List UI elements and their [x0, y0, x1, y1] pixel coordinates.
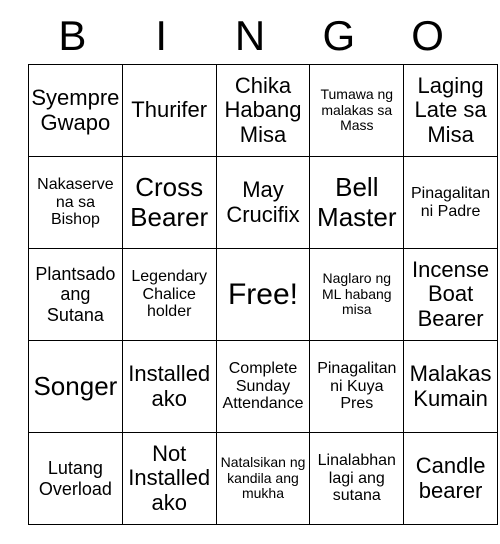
bingo-header-letter-i: I — [155, 12, 168, 59]
bingo-free-label: Free! — [227, 277, 298, 311]
bingo-cell-label: Thurifer — [131, 97, 208, 123]
bingo-cell-label: Nakaserve na sa Bishop — [37, 175, 114, 229]
bingo-cell-label: Lutang Overload — [38, 458, 112, 499]
bingo-cell[interactable]: Installed ako — [121, 340, 217, 433]
bingo-header-letter-g: G — [322, 12, 356, 59]
bingo-card: B I N G O Syempre Gwapo Thurifer Chika H… — [28, 8, 498, 525]
bingo-cell[interactable]: Pinagalitan ni Padre — [403, 156, 498, 249]
bingo-cell-free[interactable]: Free! — [215, 248, 311, 341]
bingo-cell[interactable]: Laging Late sa Misa — [403, 64, 498, 157]
bingo-cell-label: Candle bearer — [415, 452, 486, 503]
bingo-cell-label: Linalabhan lagi ang sutana — [317, 451, 396, 505]
bingo-header-letter-n: N — [234, 12, 266, 59]
bingo-row: Syempre Gwapo Thurifer Chika Habang Misa… — [28, 64, 498, 157]
bingo-row: Lutang Overload Not Installed ako Natals… — [28, 432, 498, 525]
bingo-cell[interactable]: Chika Habang Misa — [215, 64, 311, 157]
bingo-cell-label: Installed ako — [128, 360, 211, 411]
bingo-cell[interactable]: Cross Bearer — [121, 156, 217, 249]
bingo-cell[interactable]: Bell Master — [309, 156, 405, 249]
bingo-cell[interactable]: Malakas Kumain — [403, 340, 498, 433]
bingo-cell[interactable]: Complete Sunday Attendance — [215, 340, 311, 433]
bingo-header-letter-o: O — [411, 12, 444, 59]
bingo-cell[interactable]: Songer — [28, 340, 123, 433]
bingo-cell[interactable]: Not Installed ako — [121, 432, 217, 525]
bingo-cell-label: Pinagalitan ni Kuya Pres — [317, 359, 397, 413]
bingo-cell[interactable]: Natalsikan ng kandila ang mukha — [215, 432, 311, 525]
bingo-cell-label: Plantsado ang Sutana — [35, 264, 116, 325]
bingo-cell[interactable]: Lutang Overload — [28, 432, 123, 525]
bingo-cell[interactable]: Linalabhan lagi ang sutana — [309, 432, 405, 525]
bingo-cell[interactable]: Naglaro ng ML habang misa — [309, 248, 405, 341]
bingo-cell-label: Chika Habang Misa — [224, 72, 302, 147]
bingo-cell-label: Syempre Gwapo — [31, 84, 120, 135]
bingo-cell-label: Songer — [33, 370, 118, 401]
bingo-header-row: B I N G O — [28, 8, 472, 64]
bingo-cell-label: May Crucifix — [226, 176, 300, 227]
bingo-cell-label: Natalsikan ng kandila ang mukha — [220, 453, 306, 502]
bingo-cell[interactable]: Incense Boat Bearer — [403, 248, 498, 341]
bingo-cell[interactable]: Legendary Chalice holder — [121, 248, 217, 341]
bingo-cell[interactable]: Tumawa ng malakas sa Mass — [309, 64, 405, 157]
bingo-grid: Syempre Gwapo Thurifer Chika Habang Misa… — [28, 64, 498, 525]
bingo-cell-label: Legendary Chalice holder — [131, 267, 207, 321]
bingo-cell-label: Bell Master — [317, 172, 397, 232]
bingo-cell-label: Cross Bearer — [130, 172, 209, 232]
bingo-cell-label: Malakas Kumain — [409, 360, 492, 411]
bingo-row: Nakaserve na sa Bishop Cross Bearer May … — [28, 156, 498, 249]
bingo-cell[interactable]: Pinagalitan ni Kuya Pres — [309, 340, 405, 433]
bingo-cell[interactable]: Candle bearer — [403, 432, 498, 525]
bingo-cell-label: Tumawa ng malakas sa Mass — [320, 85, 394, 134]
bingo-cell[interactable]: Syempre Gwapo — [28, 64, 123, 157]
bingo-cell[interactable]: Thurifer — [121, 64, 217, 157]
bingo-cell-label: Complete Sunday Attendance — [222, 359, 304, 413]
bingo-cell-label: Incense Boat Bearer — [412, 256, 490, 331]
bingo-row: Plantsado ang Sutana Legendary Chalice h… — [28, 248, 498, 341]
bingo-cell[interactable]: Plantsado ang Sutana — [28, 248, 123, 341]
bingo-cell[interactable]: Nakaserve na sa Bishop — [28, 156, 123, 249]
bingo-cell-label: Naglaro ng ML habang misa — [322, 269, 392, 318]
bingo-cell-label: Laging Late sa Misa — [414, 72, 487, 147]
bingo-header-letter-b: B — [58, 12, 87, 59]
bingo-cell-label: Pinagalitan ni Padre — [411, 184, 491, 220]
bingo-cell[interactable]: May Crucifix — [215, 156, 311, 249]
bingo-cell-label: Not Installed ako — [128, 440, 211, 515]
bingo-row: Songer Installed ako Complete Sunday Att… — [28, 340, 498, 433]
